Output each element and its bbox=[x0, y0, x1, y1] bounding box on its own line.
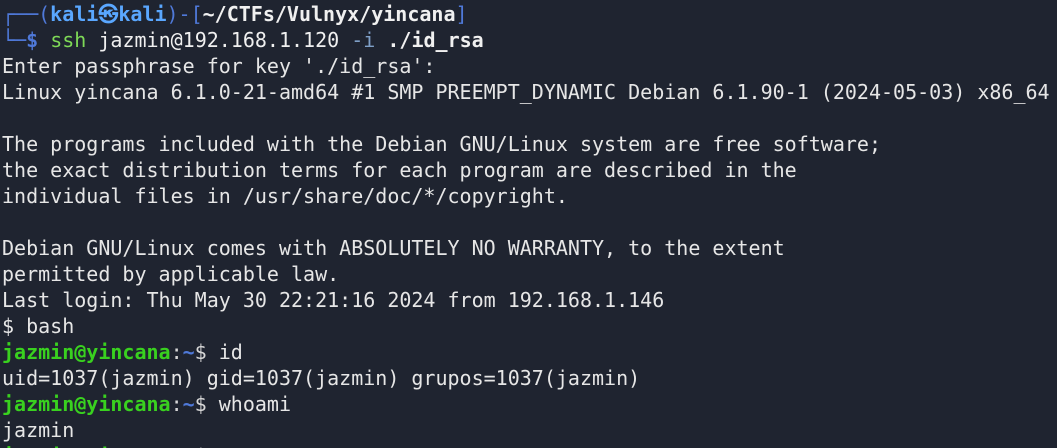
output-motd-1: The programs included with the Debian GN… bbox=[2, 132, 881, 156]
shell-dollar: $ bbox=[194, 392, 219, 416]
output-passphrase: Enter passphrase for key './id_rsa': bbox=[2, 54, 436, 78]
prompt-frame-bottom: └─ bbox=[2, 28, 27, 52]
shell-prompt-line: jazmin@yincana:~$ id bbox=[0, 339, 1057, 365]
shell-dir: ~ bbox=[183, 444, 195, 448]
shell-dir: ~ bbox=[182, 340, 195, 364]
output-motd-2: the exact distribution terms for each pr… bbox=[2, 158, 797, 182]
output-blank bbox=[0, 105, 1057, 131]
prompt-at-icon: ㉿ bbox=[98, 2, 119, 26]
prompt-frame-top: ┌──( bbox=[2, 2, 51, 26]
prompt-user: kali bbox=[50, 2, 99, 26]
shell-user-host: jazmin@yincana bbox=[2, 340, 171, 364]
shell-user-host: jazmin@yincana bbox=[2, 444, 171, 448]
output-id: uid=1037(jazmin) gid=1037(jazmin) grupos… bbox=[2, 366, 641, 390]
prompt-dollar: $ bbox=[26, 28, 39, 52]
output-last-login: Last login: Thu May 30 22:21:16 2024 fro… bbox=[2, 288, 665, 312]
shell-dir: ~ bbox=[182, 392, 195, 416]
output-sh-prompt: $ bash bbox=[2, 314, 75, 338]
output-motd-3: individual files in /usr/share/doc/*/cop… bbox=[2, 184, 568, 208]
terminal-window[interactable]: ┌──(kali㉿kali)-[~/CTFs/Vulnyx/yincana] └… bbox=[0, 0, 1057, 448]
output-uname: Linux yincana 6.1.0-21-amd64 #1 SMP PREE… bbox=[2, 80, 1050, 104]
shell-prompt-line: jazmin@yincana:~$ whoami bbox=[0, 391, 1057, 417]
command-ssh: ssh bbox=[50, 28, 87, 52]
prompt-frame-mid: )-[ bbox=[166, 2, 203, 26]
shell-prompt-line-partial[interactable]: jazmin@yincana:~$ bbox=[0, 443, 1057, 448]
kali-prompt-line-command: └─$ ssh jazmin@192.168.1.120 -i ./id_rsa bbox=[0, 27, 1057, 53]
shell-sep: : bbox=[171, 444, 183, 448]
command-target: jazmin@192.168.1.120 bbox=[98, 28, 340, 52]
shell-dollar: $ bbox=[195, 444, 219, 448]
shell-sep: : bbox=[170, 340, 183, 364]
shell-user-host: jazmin@yincana bbox=[2, 392, 171, 416]
prompt-path: ~/CTFs/Vulnyx/yincana bbox=[202, 2, 456, 26]
shell-dollar: $ bbox=[194, 340, 219, 364]
output-whoami: jazmin bbox=[2, 418, 75, 442]
shell-command: whoami bbox=[218, 392, 292, 416]
prompt-host: kali bbox=[118, 2, 167, 26]
output-warranty-1: Debian GNU/Linux comes with ABSOLUTELY N… bbox=[2, 236, 785, 260]
output-warranty-2: permitted by applicable law. bbox=[2, 262, 340, 286]
shell-command: id bbox=[218, 340, 243, 364]
command-key-file: ./id_rsa bbox=[387, 28, 484, 52]
output-blank bbox=[0, 209, 1057, 235]
prompt-frame-close: ] bbox=[455, 2, 468, 26]
shell-sep: : bbox=[170, 392, 183, 416]
kali-prompt-line-top: ┌──(kali㉿kali)-[~/CTFs/Vulnyx/yincana] bbox=[0, 1, 1057, 27]
command-flag: -i bbox=[351, 28, 376, 52]
